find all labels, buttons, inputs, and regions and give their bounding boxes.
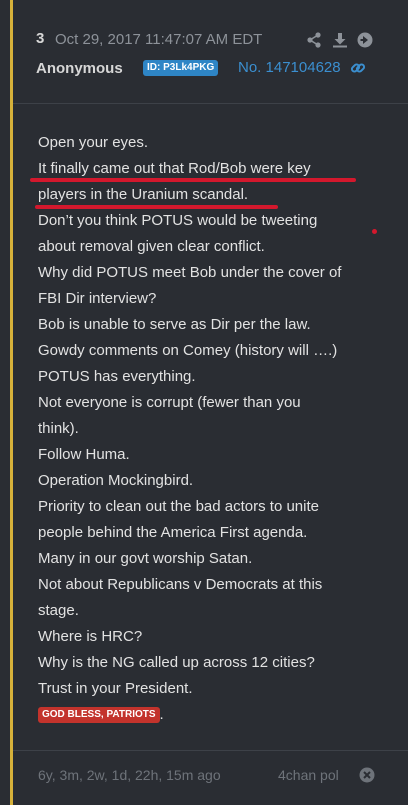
post-line: Bob is unable to serve as Dir per the la…	[38, 316, 311, 333]
arrow-right-circle-icon[interactable]	[357, 32, 373, 48]
closing-line: GOD BLESS, PATRIOTS.	[38, 702, 388, 728]
post-line: Where is HRC?	[38, 628, 143, 645]
source-label: 4chan pol	[278, 767, 339, 783]
header-divider	[13, 103, 408, 104]
post-line: think).	[38, 420, 79, 437]
download-icon[interactable]	[332, 32, 348, 48]
post-date: Oct 29, 2017 11:47:07 AM EDT	[55, 31, 263, 48]
post-line: FBI Dir interview?	[38, 290, 157, 307]
post-reference-link[interactable]: No. 147104628	[238, 59, 341, 76]
highlight-dot	[372, 229, 377, 234]
share-icon[interactable]	[306, 32, 322, 48]
post-line: Many in our govt worship Satan.	[38, 550, 253, 567]
post-line: POTUS has everything.	[38, 368, 196, 385]
post-line: Follow Huma.	[38, 446, 130, 463]
post-line: Open your eyes.	[38, 134, 149, 151]
closing-badge: GOD BLESS, PATRIOTS	[38, 707, 160, 723]
post-line: Don’t you think POTUS would be tweeting	[38, 212, 318, 229]
poster-id-badge[interactable]: ID: P3Lk4PKG	[143, 60, 219, 76]
post-header: 3 Oct 29, 2017 11:47:07 AM EDT Anonymous…	[0, 0, 408, 103]
post-number: 3	[36, 30, 45, 47]
relative-time: 6y, 3m, 2w, 1d, 22h, 15m ago	[38, 767, 221, 783]
post-line: Operation Mockingbird.	[38, 472, 194, 489]
accent-bar	[10, 0, 13, 805]
post-line: about removal given clear conflict.	[38, 238, 265, 255]
post-line: Trust in your President.	[38, 680, 193, 697]
highlight-underline	[35, 205, 278, 209]
post-line: stage.	[38, 602, 79, 619]
post-line: Why is the NG called up across 12 cities…	[38, 654, 315, 671]
post-body: Open your eyes. It finally came out that…	[38, 130, 388, 728]
post-line: Not about Republicans v Democrats at thi…	[38, 576, 323, 593]
post-line: Why did POTUS meet Bob under the cover o…	[38, 264, 342, 281]
author-name: Anonymous	[36, 60, 123, 77]
closing-punct: .	[159, 706, 164, 723]
link-icon[interactable]	[350, 60, 366, 76]
post-line: people behind the America First agenda.	[38, 524, 308, 541]
post-card: 3 Oct 29, 2017 11:47:07 AM EDT Anonymous…	[0, 0, 408, 805]
highlight-underline	[30, 178, 356, 182]
footer-divider	[13, 750, 408, 751]
post-line: Priority to clean out the bad actors to …	[38, 498, 319, 515]
post-line: Not everyone is corrupt (fewer than you	[38, 394, 301, 411]
close-circle-icon[interactable]	[359, 767, 375, 783]
post-line: Gowdy comments on Comey (history will ….…	[38, 342, 338, 359]
